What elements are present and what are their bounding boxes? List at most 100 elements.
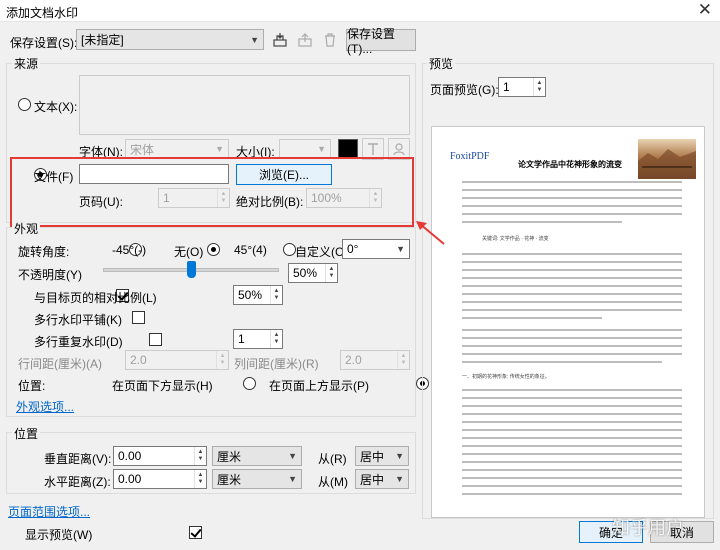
preview-watermark: FoxitPDF — [450, 151, 490, 162]
save-settings-label: 保存设置(S): — [10, 36, 78, 50]
horizontal-from-combo[interactable]: 居中 ▼ — [355, 469, 409, 489]
preview-text-line — [462, 301, 682, 303]
preview-text-line — [462, 405, 682, 407]
file-radio-label: 文件(F) — [34, 170, 74, 184]
page-range-link[interactable]: 页面范围选项... — [8, 503, 90, 520]
delete-settings-icon[interactable] — [320, 30, 340, 50]
file-path-input[interactable] — [79, 164, 229, 184]
text-radio[interactable] — [18, 98, 31, 111]
browse-button[interactable]: 浏览(E)... — [236, 164, 332, 185]
vertical-label: 垂直距离(V): — [44, 452, 112, 466]
font-color-swatch[interactable] — [338, 139, 358, 159]
col-spacing-spinner[interactable]: 2.0 ▲ ▼ — [340, 350, 410, 370]
chevron-down-icon: ▼ — [288, 474, 297, 484]
pos-below-radio[interactable] — [243, 377, 257, 390]
preview-text-line — [462, 317, 602, 319]
relative-scale-spinner[interactable]: 50% ▲ ▼ — [233, 285, 283, 305]
rotation-custom-label: 自定义(C) — [295, 245, 348, 259]
preview-doc-section: 一、初期的花神形象: 传统女性的象征。 — [462, 374, 550, 380]
horizontal-unit-combo[interactable]: 厘米 ▼ — [212, 469, 302, 489]
size-combo[interactable]: ▼ — [279, 139, 331, 159]
repeat-checkbox[interactable] — [148, 333, 162, 346]
preview-text-line — [462, 337, 682, 339]
spin-arrows-icon: ▲ ▼ — [325, 264, 337, 282]
opacity-spinner[interactable]: 50% ▲ ▼ — [288, 263, 338, 283]
horizontal-from-label: 从(M) — [318, 475, 348, 489]
import-settings-icon[interactable] — [270, 30, 290, 50]
abs-scale-spinner[interactable]: 100% ▲ ▼ — [306, 188, 382, 208]
rotation-none-label: 无(O) — [174, 245, 204, 259]
preview-group-label: 预览 — [427, 55, 456, 72]
preview-text-line — [462, 181, 682, 183]
watermark-text-area[interactable] — [79, 75, 410, 135]
opacity-slider-thumb[interactable] — [186, 261, 196, 278]
rotation-custom-combo[interactable]: 0° ▼ — [342, 239, 410, 259]
spin-arrows-icon: ▲ ▼ — [397, 351, 409, 369]
preview-text-line — [462, 285, 682, 287]
preview-doc-image — [638, 139, 696, 179]
horizontal-from-value: 居中 — [360, 472, 385, 487]
preview-text-line — [462, 389, 682, 391]
vertical-unit-combo[interactable]: 厘米 ▼ — [212, 446, 302, 466]
save-settings-value: [未指定] — [81, 33, 124, 47]
preview-page: FoxitPDF 论文学作品中花神形象的流变 关键词: 文学作品 · 花神 · … — [431, 126, 705, 518]
appearance-options-link[interactable]: 外观选项... — [16, 398, 74, 415]
preview-text-line — [462, 261, 682, 263]
abs-scale-value: 100% — [311, 191, 342, 205]
page-value: 1 — [163, 191, 170, 205]
opacity-label: 不透明度(Y) — [18, 268, 82, 282]
col-spacing-value: 2.0 — [345, 353, 362, 367]
preview-text-line — [462, 361, 662, 363]
spin-arrows-icon: ▲ ▼ — [369, 189, 381, 207]
close-icon[interactable]: ✕ — [698, 1, 712, 19]
save-settings-button[interactable]: 保存设置(T)... — [346, 27, 416, 56]
vertical-from-combo[interactable]: 居中 ▼ — [355, 446, 409, 466]
preview-text-line — [462, 397, 682, 399]
preview-text-line — [462, 293, 682, 295]
preview-text-line — [462, 309, 682, 311]
text-radio-label: 文本(X): — [34, 100, 78, 114]
zhihu-watermark: 知乎用户 — [612, 518, 684, 539]
preview-text-line — [462, 493, 682, 495]
font-value: 宋体 — [130, 142, 155, 157]
row-spacing-spinner[interactable]: 2.0 ▲ ▼ — [125, 350, 229, 370]
save-settings-combo[interactable]: [未指定] ▼ — [76, 29, 264, 50]
preview-text-line — [462, 445, 682, 447]
spin-arrows-icon: ▲ ▼ — [217, 189, 229, 207]
spin-arrows-icon: ▲ ▼ — [216, 351, 228, 369]
window-title: 添加文档水印 — [6, 6, 79, 20]
show-preview-checkbox[interactable] — [188, 526, 202, 539]
chevron-down-icon: ▼ — [317, 144, 326, 154]
row-spacing-value: 2.0 — [130, 353, 147, 367]
horizontal-spinner[interactable]: 0.00 ▲ ▼ — [113, 469, 207, 489]
repeat-label: 多行重复水印(D) — [34, 335, 123, 349]
repeat-spinner[interactable]: 1 ▲ ▼ — [233, 329, 283, 349]
font-combo[interactable]: 宋体 ▼ — [125, 139, 229, 159]
source-group-label: 来源 — [12, 55, 41, 72]
page-spinner[interactable]: 1 ▲ ▼ — [158, 188, 230, 208]
highlight-arrow — [416, 221, 445, 245]
page-preview-value: 1 — [503, 80, 510, 94]
opacity-value: 50% — [293, 266, 318, 280]
rotation-none-radio[interactable] — [207, 243, 221, 256]
preview-doc-title: 论文学作品中花神形象的流变 — [518, 160, 622, 169]
preview-text-line — [462, 485, 682, 487]
tile-checkbox[interactable] — [132, 311, 146, 324]
spin-arrows-icon: ▲ ▼ — [194, 470, 206, 488]
preview-doc-keywords: 关键词: 文学作品 · 花神 · 流变 — [482, 236, 549, 242]
page-preview-label: 页面预览(G): — [430, 83, 499, 97]
spin-arrows-icon: ▲ ▼ — [533, 78, 545, 96]
rotation-custom-value: 0° — [347, 242, 359, 256]
preview-text-line — [462, 469, 682, 471]
preview-text-line — [462, 413, 682, 415]
chevron-down-icon: ▼ — [288, 451, 297, 461]
preview-text-line — [462, 437, 682, 439]
preview-text-line — [462, 269, 682, 271]
preview-text-line — [462, 221, 622, 223]
page-label: 页码(U): — [79, 195, 123, 209]
page-preview-spinner[interactable]: 1 ▲ ▼ — [498, 77, 546, 97]
chevron-down-icon: ▼ — [395, 474, 404, 484]
chevron-down-icon: ▼ — [395, 451, 404, 461]
vertical-spinner[interactable]: 0.00 ▲ ▼ — [113, 446, 207, 466]
export-settings-icon[interactable] — [295, 30, 315, 50]
